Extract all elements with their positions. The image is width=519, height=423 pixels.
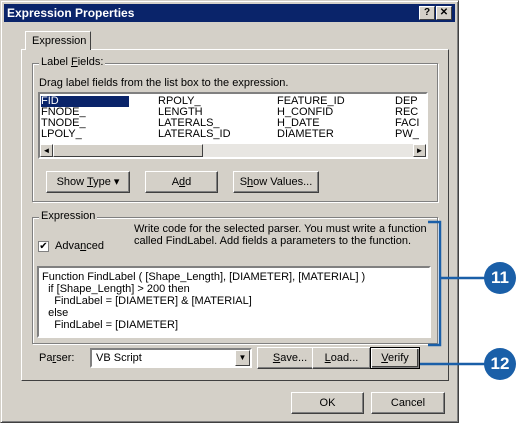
callout-12: 12	[484, 348, 516, 380]
callout-11: 11	[484, 262, 516, 294]
tab-expression[interactable]: Expression	[25, 31, 91, 50]
callout-leaders	[420, 220, 485, 366]
tab-expression-label: Expression	[32, 35, 87, 47]
callout-11-bracket	[428, 220, 442, 347]
